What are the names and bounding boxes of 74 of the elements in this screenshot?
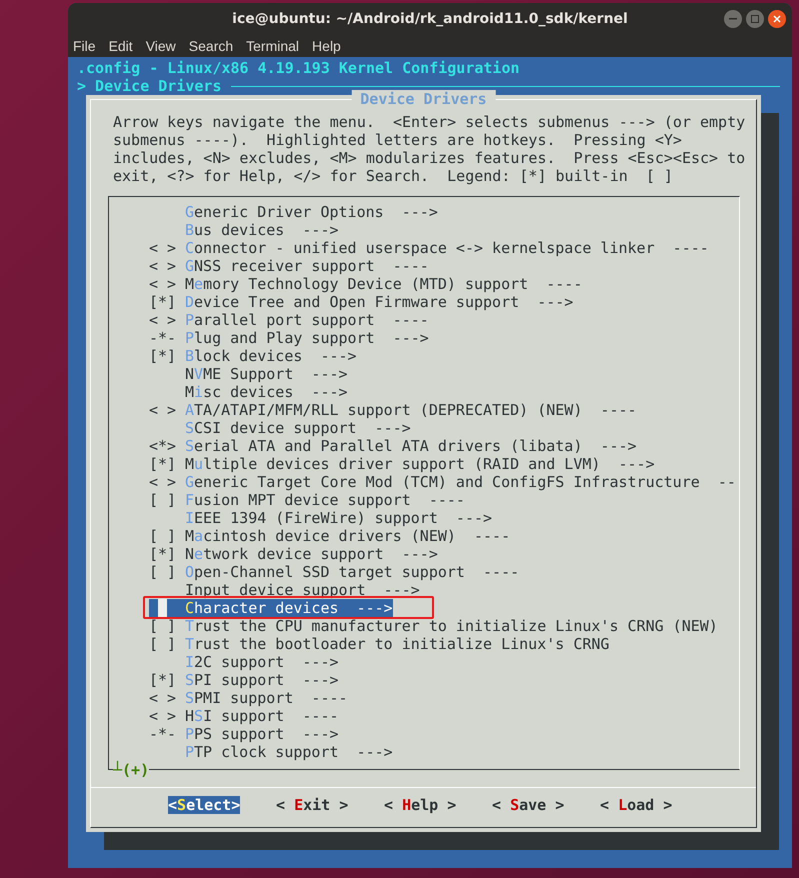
menu-entry[interactable]: Serial ATA and Parallel ATA drivers (libata) ---> <box>185 437 637 455</box>
menu-entry[interactable]: Trust the CPU manufacturer to initialize Linux's CRNG (NEW) <box>185 617 718 635</box>
dialog-button[interactable]: < Load > <box>600 796 672 814</box>
close-button[interactable] <box>768 10 786 28</box>
more-indicator: ┴(+) <box>113 761 150 779</box>
menu-item[interactable]: View <box>146 36 176 56</box>
menu-entry[interactable]: Device Tree and Open Firmware support ---> <box>185 293 574 311</box>
menu-entry[interactable]: Generic Driver Options ---> <box>185 203 438 221</box>
menu-entry[interactable]: Connector - unified userspace <-> kernelspace linker ---- <box>185 239 709 257</box>
option-state: < > <box>149 689 176 707</box>
menu-item[interactable]: Search <box>188 36 234 56</box>
dialog-button[interactable]: < Save > <box>492 796 564 814</box>
config-header: .config - Linux/x86 4.19.193 Kernel Configuration <box>77 59 520 77</box>
menu-item[interactable]: Help <box>312 36 341 56</box>
menu-entry[interactable]: ATA/ATAPI/MFM/RLL support (DEPRECATED) (NEW) ---- <box>185 401 637 419</box>
close-icon <box>773 15 781 23</box>
option-state: <*> <box>149 437 176 455</box>
option-state: -*- <box>149 725 176 743</box>
menu-entry[interactable]: NVME Support ---> <box>185 365 348 383</box>
menu-entry[interactable]: SPI support ---> <box>185 671 339 689</box>
menu-entry[interactable]: HSI support ---- <box>185 707 339 725</box>
menu-entry[interactable]: Misc devices ---> <box>185 383 348 401</box>
help-text: Arrow keys navigate the menu. <Enter> selects submenus ---> (or empty submenus ----). Highlighted letters are hotkeys. Pressing <Y> includes, <N> excludes, <M> modularizes features. Press <Esc><Esc> to exit, <?> for Help, </> for Search. Legend: [*] built-in [ ] <box>113 113 746 185</box>
option-state: -*- <box>149 329 176 347</box>
option-state: [*] <box>149 347 176 365</box>
text-cursor <box>158 599 167 617</box>
menu-entry[interactable]: Macintosh device drivers (NEW) ---- <box>185 527 510 545</box>
option-state: [*] <box>149 455 176 473</box>
menu-entry[interactable]: PPS support ---> <box>185 725 339 743</box>
menu-entry[interactable]: Trust the bootloader to initialize Linux's CRNG <box>185 635 610 653</box>
menu-entry[interactable]: PTP clock support ---> <box>185 743 393 761</box>
menu-entry[interactable]: Bus devices ---> <box>185 221 339 239</box>
option-state: [ ] <box>149 563 176 581</box>
menu-entry[interactable]: Block devices ---> <box>185 347 357 365</box>
menu-entry[interactable]: Fusion MPT device support ---- <box>185 491 465 509</box>
menu-entry[interactable]: GNSS receiver support ---- <box>185 257 429 275</box>
option-state: < > <box>149 473 176 491</box>
minimize-icon <box>729 18 737 20</box>
option-state: < > <box>149 239 176 257</box>
option-state: < > <box>149 311 176 329</box>
maximize-icon <box>751 15 759 23</box>
option-state: [ ] <box>149 527 176 545</box>
option-state: [*] <box>149 293 176 311</box>
dialog-button[interactable]: < Exit > <box>276 796 348 814</box>
dialog-button[interactable]: <Select> <box>168 796 240 814</box>
menu-entry[interactable]: Network device support ---> <box>185 545 438 563</box>
menu-entry[interactable]: IEEE 1394 (FireWire) support ---> <box>185 509 492 527</box>
option-state: [ ] <box>149 491 176 509</box>
option-state: [*] <box>149 671 176 689</box>
menu-entry[interactable]: Open-Channel SSD target support ---- <box>185 563 520 581</box>
menu-entry[interactable]: Memory Technology Device (MTD) support ---- <box>185 275 582 293</box>
menu-item[interactable]: Terminal <box>246 36 300 56</box>
menu-entry[interactable]: Generic Target Core Mod (TCM) and ConfigFS Infrastructure -- <box>185 473 736 491</box>
minimize-button[interactable] <box>724 10 742 28</box>
option-state: [ ] <box>149 635 176 653</box>
menu-entry[interactable]: Input device support ---> <box>185 581 420 599</box>
dialog-button[interactable]: < Help > <box>384 796 456 814</box>
menu-entry[interactable]: Character devices ---> <box>149 599 393 617</box>
menu-entry[interactable]: Parallel port support ---- <box>185 311 429 329</box>
menu-entry[interactable]: SCSI device support ---> <box>185 419 411 437</box>
menu-entry[interactable]: Multiple devices driver support (RAID and LVM) ---> <box>185 455 655 473</box>
window-title: ice@ubuntu: ~/Android/rk_android11.0_sdk/kernel <box>232 10 628 28</box>
option-state: < > <box>149 401 176 419</box>
option-state: [ ] <box>149 617 176 635</box>
option-state: < > <box>149 257 176 275</box>
menu-entry[interactable]: I2C support ---> <box>185 653 339 671</box>
menu-entry[interactable]: Plug and Play support ---> <box>185 329 429 347</box>
option-state: < > <box>149 707 176 725</box>
menu-item[interactable]: File <box>73 36 96 56</box>
option-state: < > <box>149 275 176 293</box>
menu-entry[interactable]: SPMI support ---- <box>185 689 348 707</box>
menu-item[interactable]: Edit <box>108 36 133 56</box>
breadcrumb: > Device Drivers <box>77 77 222 95</box>
option-state: [*] <box>149 545 176 563</box>
